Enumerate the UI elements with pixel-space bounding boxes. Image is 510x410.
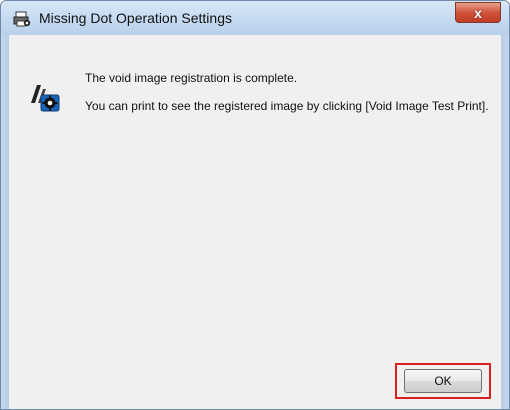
printer-gear-icon (13, 11, 31, 27)
dialog-content: The void image registration is complete.… (9, 35, 501, 409)
ok-button[interactable]: OK (404, 369, 482, 393)
printer-gear-icon (31, 85, 60, 112)
close-button[interactable]: x (455, 2, 501, 23)
window-frame-right (501, 35, 509, 409)
title-bar[interactable]: Missing Dot Operation Settings x (1, 1, 509, 36)
message-line-1: The void image registration is complete. (85, 71, 298, 85)
message-line-2: You can print to see the registered imag… (85, 99, 489, 113)
window-frame-left (1, 35, 9, 409)
window-title: Missing Dot Operation Settings (39, 10, 232, 26)
close-icon: x (474, 4, 482, 21)
dialog-window: Missing Dot Operation Settings x The voi… (0, 0, 510, 410)
